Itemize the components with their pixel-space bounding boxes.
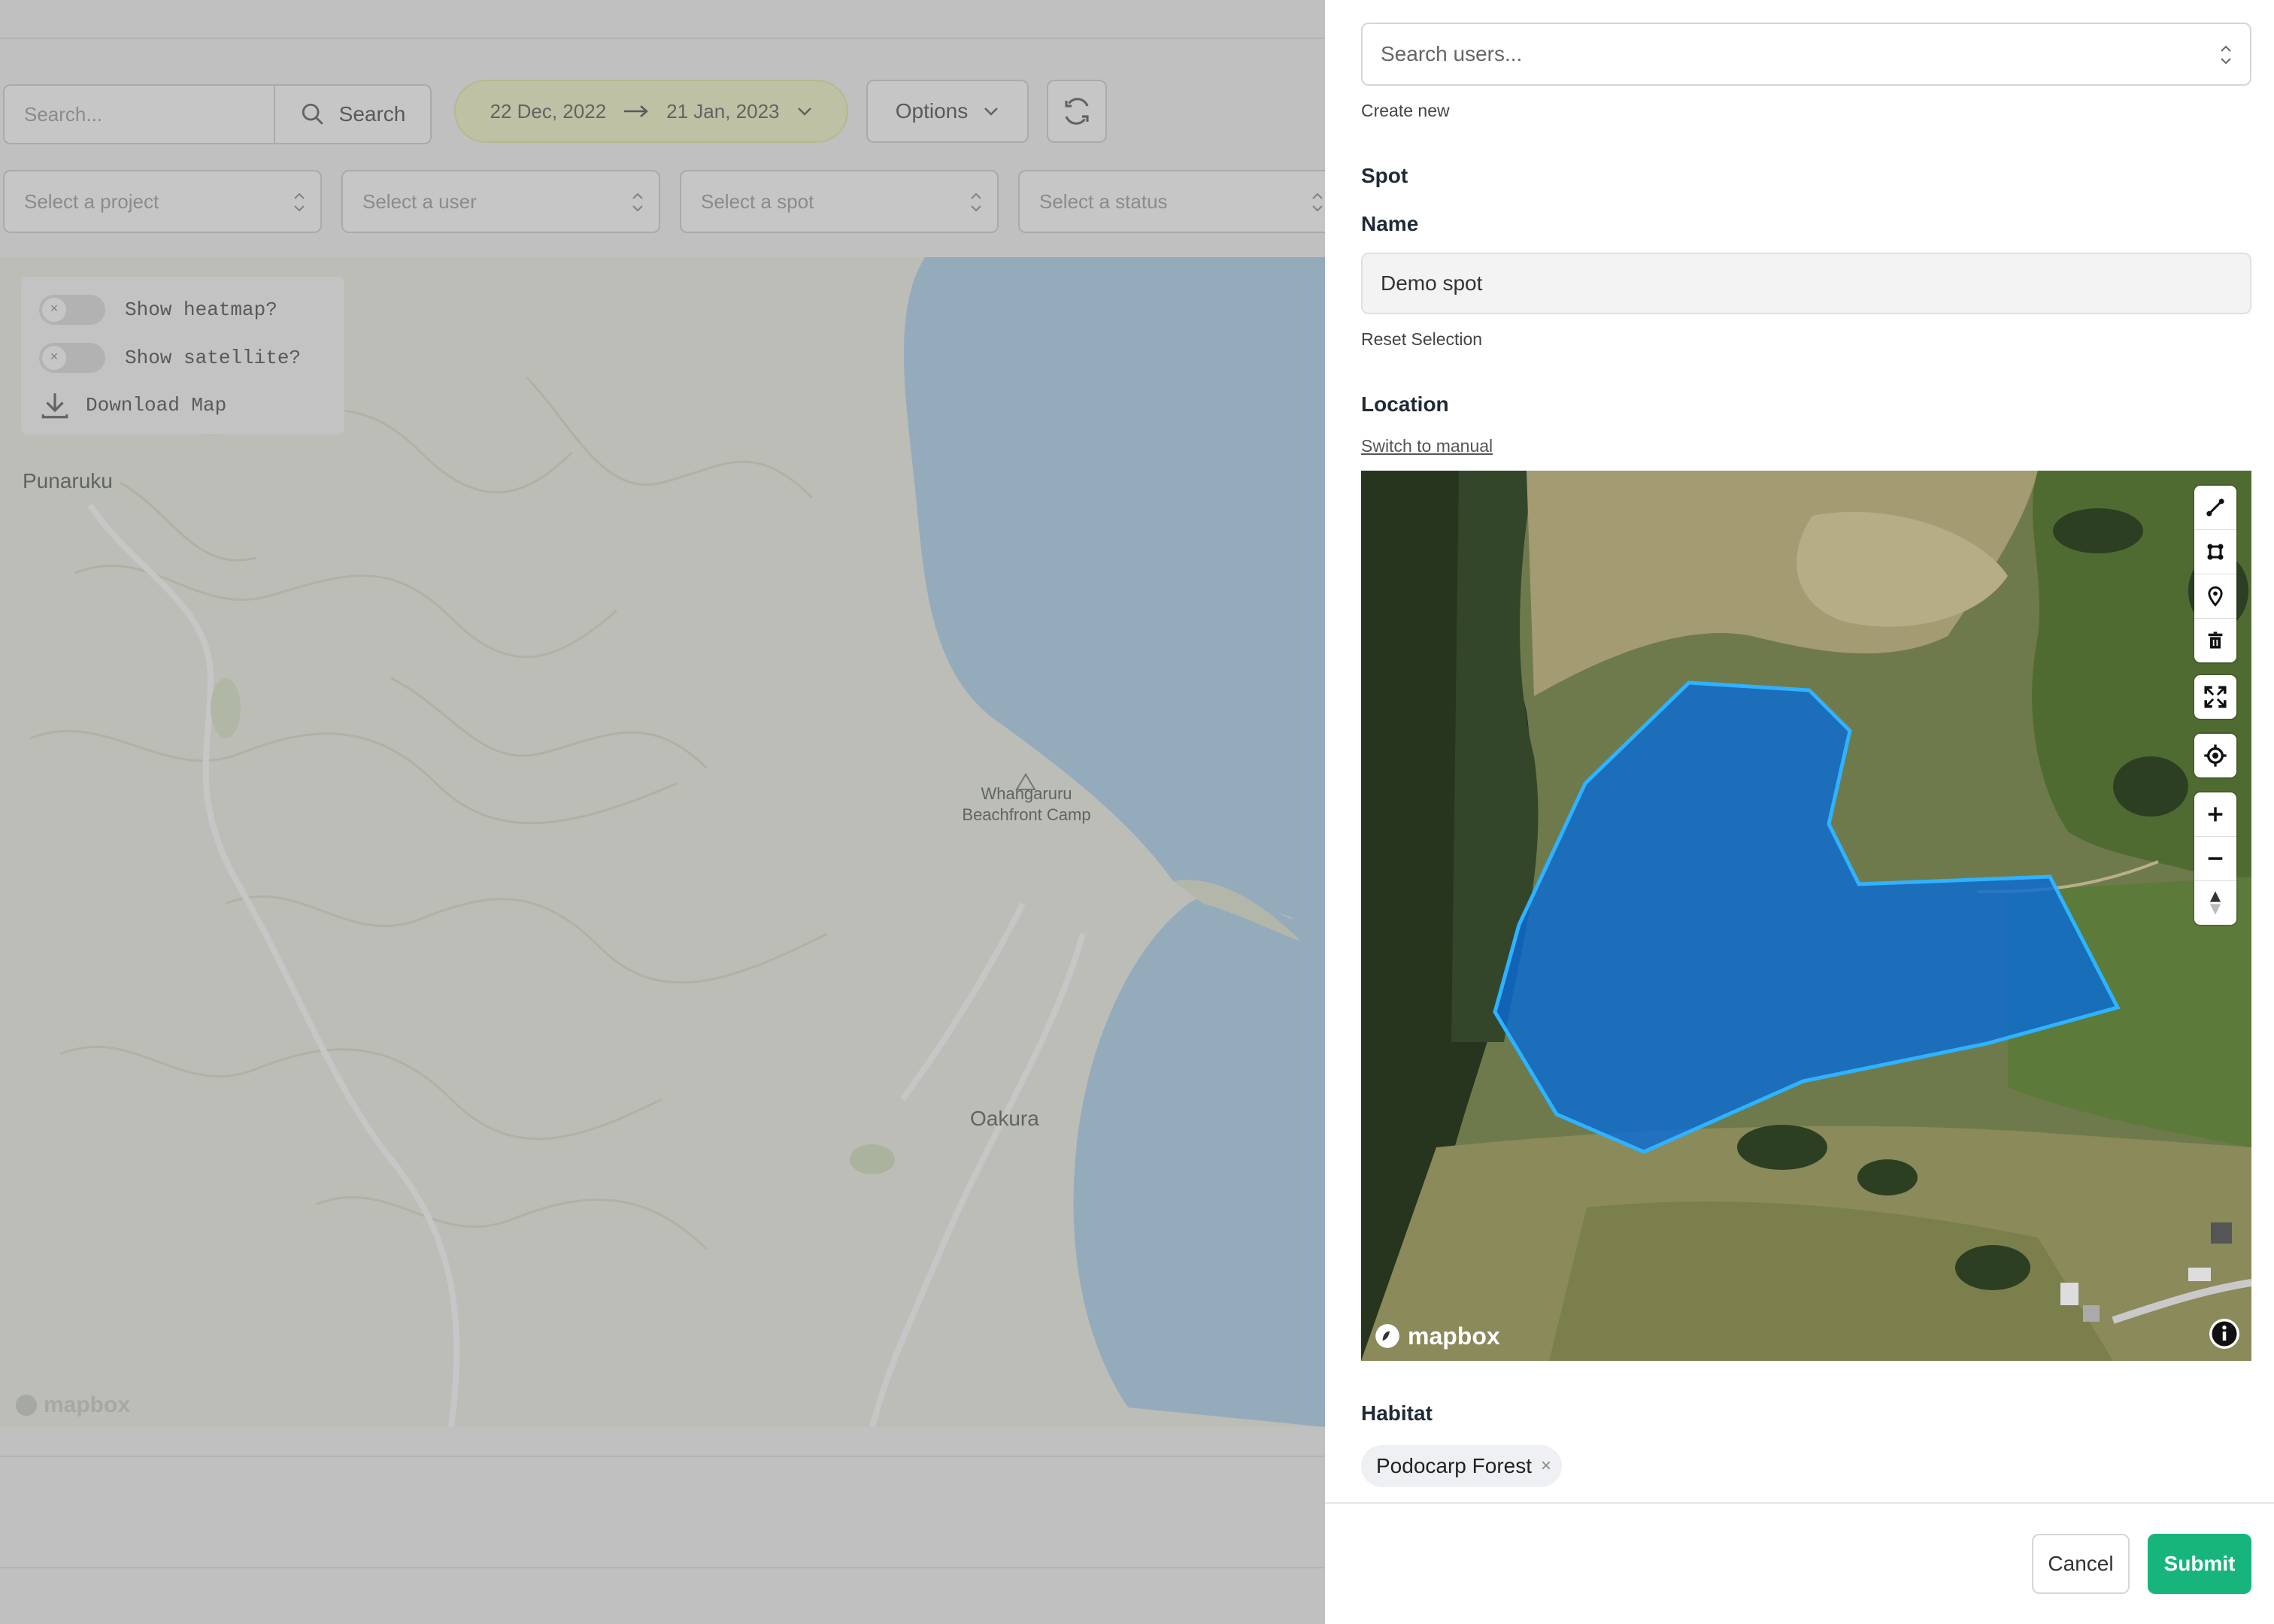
- geolocate-control: [2194, 734, 2236, 777]
- spot-heading: Spot: [1361, 164, 1408, 187]
- draw-tools: [2194, 486, 2236, 662]
- divider: [1325, 1502, 2274, 1504]
- chip-remove-icon[interactable]: ×: [1541, 1445, 1551, 1487]
- habitat-label: Habitat: [1361, 1401, 1433, 1425]
- locate-icon: [2204, 744, 2227, 767]
- updown-icon: [2221, 45, 2231, 65]
- modal-backdrop[interactable]: [0, 0, 1325, 1624]
- reset-selection-link[interactable]: Reset Selection: [1361, 329, 1482, 350]
- trash-icon: [2208, 632, 2223, 649]
- zoom-in-button[interactable]: [2194, 792, 2236, 837]
- create-new-link[interactable]: Create new: [1361, 101, 1450, 121]
- fullscreen-icon: [2204, 686, 2227, 708]
- geolocate-button[interactable]: [2194, 734, 2236, 777]
- location-map[interactable]: mapbox: [1361, 471, 2251, 1361]
- mapbox-logo-icon: [1375, 1324, 1399, 1348]
- habitat-chip-label: Podocarp Forest: [1376, 1454, 1532, 1477]
- habitat-chip: Podocarp Forest ×: [1361, 1445, 1562, 1487]
- satellite-imagery: [1361, 471, 2251, 1361]
- marker-icon: [2208, 586, 2223, 607]
- user-search-select[interactable]: Search users...: [1361, 23, 2251, 86]
- plus-icon: [2208, 807, 2223, 822]
- switch-to-manual-link[interactable]: Switch to manual: [1361, 436, 1493, 456]
- zoom-out-button[interactable]: [2194, 837, 2236, 881]
- attribution-info-button[interactable]: [2209, 1319, 2239, 1349]
- zoom-controls: [2194, 792, 2236, 925]
- draw-polygon-button[interactable]: [2194, 530, 2236, 574]
- submit-button[interactable]: Submit: [2148, 1534, 2251, 1594]
- draw-point-button[interactable]: [2194, 574, 2236, 619]
- line-tool-icon: [2206, 498, 2224, 517]
- minus-icon: [2208, 857, 2223, 860]
- polygon-tool-icon: [2207, 544, 2224, 560]
- cancel-button[interactable]: Cancel: [2032, 1534, 2130, 1594]
- user-search-placeholder: Search users...: [1381, 42, 1523, 65]
- draw-line-button[interactable]: [2194, 486, 2236, 530]
- info-icon: [2212, 1321, 2237, 1347]
- fullscreen-control: [2194, 675, 2236, 719]
- delete-shape-button[interactable]: [2194, 619, 2236, 662]
- spot-drawer: Search users... Create new Spot Name Dem…: [1325, 0, 2274, 1624]
- name-input[interactable]: Demo spot: [1361, 253, 2251, 314]
- location-label: Location: [1361, 392, 1449, 416]
- fullscreen-button[interactable]: [2194, 675, 2236, 719]
- name-label: Name: [1361, 212, 1419, 235]
- compass-icon: [2209, 891, 2221, 915]
- mapbox-logo: mapbox: [1373, 1322, 1500, 1350]
- compass-button[interactable]: [2194, 881, 2236, 925]
- mapbox-logo-text: mapbox: [1408, 1322, 1500, 1350]
